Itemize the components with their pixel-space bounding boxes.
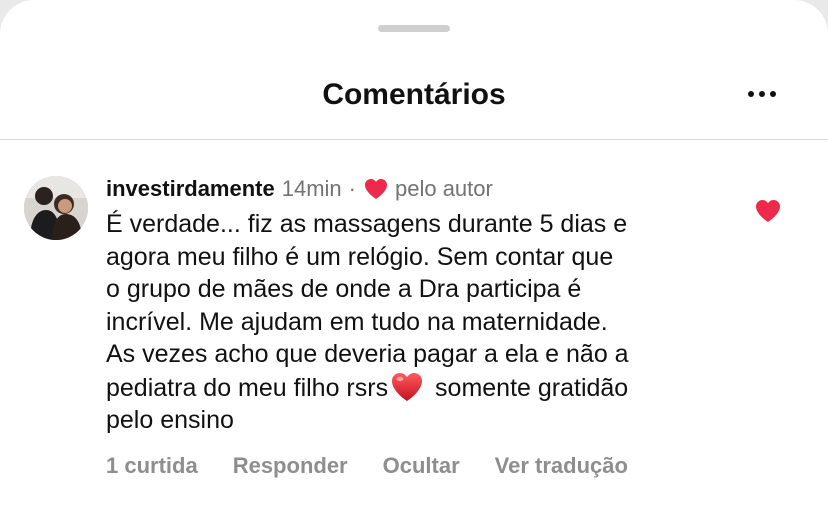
reply-button[interactable]: Responder: [233, 453, 348, 479]
comment-line-part: pediatra do meu filho rsrs: [106, 373, 389, 402]
author-heart-icon: [364, 179, 387, 199]
more-options-icon[interactable]: [748, 84, 784, 104]
comment-username[interactable]: investirdamente: [106, 176, 275, 202]
comment-actions: 1 curtida Responder Ocultar Ver tradução: [106, 453, 628, 479]
header-divider: [0, 139, 828, 140]
meta-separator: ·: [348, 176, 356, 201]
drag-handle[interactable]: [378, 25, 450, 32]
comment-line: As vezes acho que deveria pagar a ela e …: [106, 340, 629, 368]
comment-line: incrível. Me ajudam em tudo na maternida…: [106, 307, 608, 336]
like-heart-icon[interactable]: [755, 199, 781, 223]
liked-by-author-label: pelo autor: [394, 176, 493, 201]
likes-count-link[interactable]: 1 curtida: [106, 453, 198, 479]
comment-meta: investirdamente 14min · pelo autor: [106, 176, 493, 202]
comment-text: É verdade... fiz as massagens durante 5 …: [106, 208, 746, 437]
page-title: Comentários: [322, 78, 506, 111]
hide-button[interactable]: Ocultar: [383, 453, 460, 479]
avatar[interactable]: [24, 176, 88, 240]
comment-line: agora meu filho é um relógio. Sem contar…: [106, 242, 614, 271]
comments-sheet: Comentários investirdamente 14min · pelo…: [0, 0, 828, 520]
comment-timestamp: 14min: [281, 176, 342, 201]
comment-line: É verdade... fiz as massagens durante 5 …: [106, 210, 628, 238]
comment-line-part: somente gratidão: [428, 373, 629, 402]
comment-line: o grupo de mães de onde a Dra participa …: [106, 275, 582, 303]
see-translation-button[interactable]: Ver tradução: [495, 453, 628, 479]
heart-emoji-icon: [392, 372, 423, 401]
comment-line: pediatra do meu filho rsrs somente grati…: [106, 371, 746, 405]
comment-line: pelo ensino: [106, 406, 234, 434]
